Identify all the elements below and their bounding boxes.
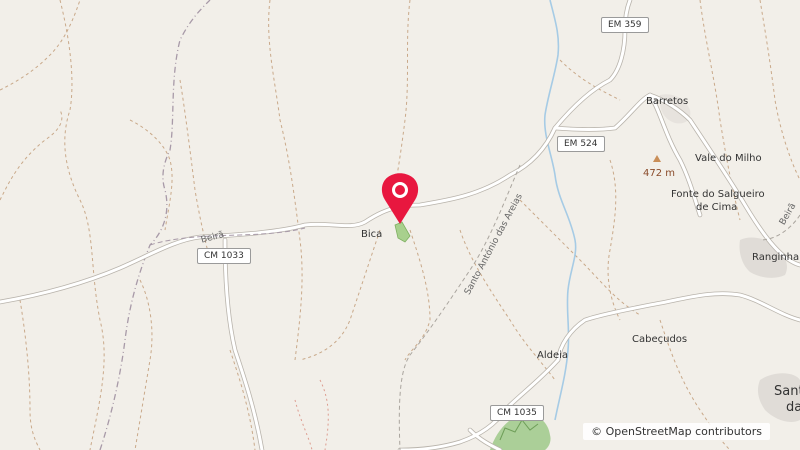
place-label-da-partial: da — [786, 400, 800, 415]
road-shield-cm1035: CM 1035 — [490, 405, 544, 421]
map-pin-icon[interactable] — [379, 172, 421, 230]
place-label-barretos: Barretos — [646, 96, 689, 107]
place-label-aldeia: Aldeia — [537, 350, 569, 361]
place-label-vale-do-milho: Vale do Milho — [695, 153, 762, 164]
map-pin-graphic — [381, 173, 419, 224]
road-shield-em524: EM 524 — [557, 136, 605, 152]
map-view[interactable]: Bica Barretos Vale do Milho Fonte do Sal… — [0, 0, 800, 450]
peak-icon — [653, 155, 661, 162]
place-label-fonte-line2: de Cima — [696, 202, 738, 213]
place-label-cabecudos: Cabeçudos — [632, 334, 688, 345]
peak-elevation-label: 472 m — [643, 168, 676, 179]
place-label-ranginha: Ranginha — [752, 252, 800, 263]
road-shield-em359: EM 359 — [601, 17, 649, 33]
place-label-fonte-line1: Fonte do Salgueiro — [671, 189, 765, 200]
map-attribution[interactable]: © OpenStreetMap contributors — [583, 423, 770, 440]
place-label-sant-partial: Sant — [774, 384, 800, 399]
place-label-bica: Bica — [361, 229, 383, 240]
road-shield-cm1033: CM 1033 — [197, 248, 251, 264]
